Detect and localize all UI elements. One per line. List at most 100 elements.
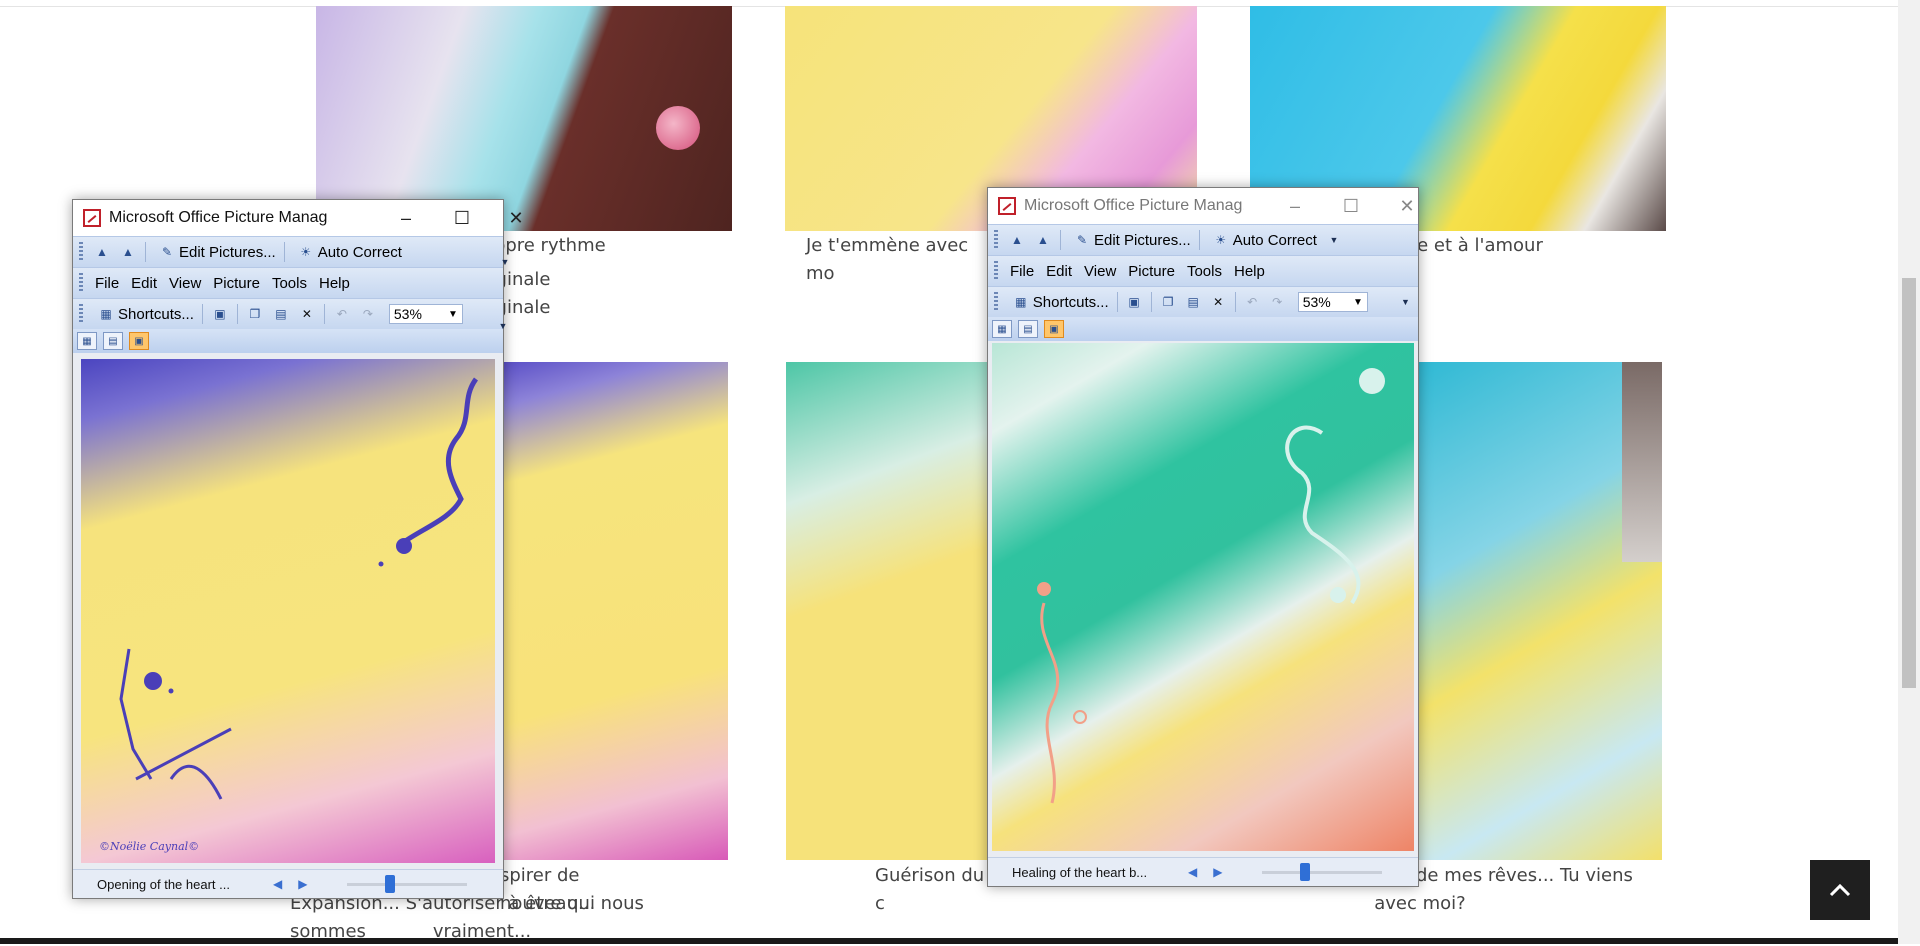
zoom-slider-thumb[interactable] bbox=[385, 875, 395, 893]
minimize-button[interactable]: – bbox=[383, 200, 429, 236]
toolbar-overflow-icon[interactable]: ▼ bbox=[1326, 232, 1342, 248]
redo-icon[interactable]: ↷ bbox=[360, 306, 376, 322]
menu-grip[interactable] bbox=[79, 273, 83, 293]
artwork-1[interactable] bbox=[316, 6, 732, 231]
title-bar[interactable]: Microsoft Office Picture Manag... – ☐ ✕ bbox=[988, 188, 1418, 224]
view-mode-bar: ▦ ▤ ▣ bbox=[988, 317, 1418, 341]
menu-view[interactable]: View bbox=[1078, 263, 1122, 280]
healing-of-the-heart-painting bbox=[992, 343, 1414, 851]
menu-help[interactable]: Help bbox=[313, 275, 356, 292]
rotate-left-icon[interactable]: ▲ bbox=[1009, 232, 1025, 248]
chevron-down-icon: ▼ bbox=[447, 308, 458, 320]
thumbnail-view-icon[interactable]: ▦ bbox=[77, 332, 97, 350]
zoom-select[interactable]: 53% ▼ bbox=[1297, 292, 1368, 312]
edit-pictures-button[interactable]: ✎ Edit Pictures... bbox=[1065, 232, 1195, 249]
single-picture-view-icon[interactable]: ▣ bbox=[129, 332, 149, 350]
shortcuts-icon: ▦ bbox=[100, 307, 112, 321]
zoom-select[interactable]: 53% ▼ bbox=[388, 304, 463, 324]
rotate-left-icon[interactable]: ▲ bbox=[94, 244, 110, 260]
caption-artwork-3: e et à l'amour bbox=[1417, 235, 1543, 256]
picture-manager-window-1[interactable]: Microsoft Office Picture Manag... – ☐ ✕ … bbox=[72, 199, 524, 899]
paste-icon[interactable]: ▤ bbox=[1186, 294, 1201, 310]
shortcuts-label: Shortcuts... bbox=[1032, 293, 1109, 311]
zoom-value: 53% bbox=[393, 306, 422, 322]
artwork-4[interactable] bbox=[500, 362, 728, 860]
formatting-toolbar: ▲ ▲ ✎ Edit Pictures... ☀ Auto Correct ▼ bbox=[988, 224, 1418, 255]
artwork-6[interactable] bbox=[1416, 362, 1662, 860]
page-scrollbar-thumb[interactable] bbox=[1902, 278, 1916, 688]
menu-grip[interactable] bbox=[994, 261, 998, 281]
picture-manager-app-icon bbox=[998, 197, 1016, 215]
artwork-5[interactable] bbox=[786, 362, 990, 860]
undo-icon[interactable]: ↶ bbox=[1245, 294, 1260, 310]
toolbar-overflow-button[interactable]: ▼ bbox=[497, 309, 509, 331]
edit-pictures-button[interactable]: ✎ Edit Pictures... bbox=[150, 244, 280, 261]
menu-edit[interactable]: Edit bbox=[125, 275, 163, 292]
single-picture-view-icon[interactable]: ▣ bbox=[1044, 320, 1064, 338]
toolbar-grip[interactable] bbox=[994, 230, 998, 250]
rotate-right-icon[interactable]: ▲ bbox=[1035, 232, 1051, 248]
zoom-value: 53% bbox=[1302, 294, 1331, 310]
filmstrip-view-icon[interactable]: ▤ bbox=[1018, 320, 1038, 338]
shortcuts-button[interactable]: ▦ Shortcuts... bbox=[89, 306, 198, 323]
thumbnail-view-icon[interactable]: ▦ bbox=[992, 320, 1012, 338]
menu-tools[interactable]: Tools bbox=[1181, 263, 1228, 280]
title-bar[interactable]: Microsoft Office Picture Manag... – ☐ ✕ bbox=[73, 200, 524, 236]
back-to-top-button[interactable] bbox=[1810, 860, 1870, 920]
picture-manager-window-2[interactable]: Microsoft Office Picture Manag... – ☐ ✕ … bbox=[987, 187, 1419, 887]
camera-icon[interactable]: ▣ bbox=[1127, 294, 1142, 310]
standard-toolbar: ▦ Shortcuts... ▣ ❐ ▤ ✕ ↶ ↷ 53% ▼ ▼ bbox=[73, 298, 507, 331]
zoom-slider-thumb[interactable] bbox=[1300, 863, 1310, 881]
delete-icon[interactable]: ✕ bbox=[299, 306, 315, 322]
filmstrip-view-icon[interactable]: ▤ bbox=[103, 332, 123, 350]
close-button[interactable]: ✕ bbox=[1384, 188, 1430, 224]
maximize-button[interactable]: ☐ bbox=[1328, 188, 1374, 224]
auto-correct-button[interactable]: ☀ Auto Correct bbox=[289, 244, 406, 261]
camera-icon[interactable]: ▣ bbox=[212, 306, 228, 322]
auto-correct-button[interactable]: ☀ Auto Correct bbox=[1204, 232, 1321, 249]
previous-picture-icon[interactable]: ◀ bbox=[1188, 865, 1197, 879]
auto-correct-label: Auto Correct bbox=[317, 243, 402, 261]
toolbar-grip[interactable] bbox=[994, 292, 998, 312]
delete-icon[interactable]: ✕ bbox=[1211, 294, 1226, 310]
menu-file[interactable]: File bbox=[89, 275, 125, 292]
picture-display-area[interactable]: ©Noëlie Caynal© bbox=[73, 353, 503, 869]
previous-picture-icon[interactable]: ◀ bbox=[273, 877, 282, 891]
menu-tools[interactable]: Tools bbox=[266, 275, 313, 292]
rotate-right-icon[interactable]: ▲ bbox=[120, 244, 136, 260]
toolbar-overflow-icon[interactable]: ▼ bbox=[1398, 294, 1413, 310]
menu-edit[interactable]: Edit bbox=[1040, 263, 1078, 280]
chevron-up-icon bbox=[1829, 883, 1851, 897]
shortcuts-icon: ▦ bbox=[1015, 295, 1027, 309]
toolbar-grip[interactable] bbox=[79, 242, 83, 262]
menu-picture[interactable]: Picture bbox=[1122, 263, 1181, 280]
redo-icon[interactable]: ↷ bbox=[1270, 294, 1285, 310]
toolbar-grip[interactable] bbox=[79, 304, 83, 324]
close-button[interactable]: ✕ bbox=[493, 200, 539, 236]
menu-file[interactable]: File bbox=[1004, 263, 1040, 280]
minimize-button[interactable]: – bbox=[1272, 188, 1318, 224]
copy-icon[interactable]: ❐ bbox=[247, 306, 263, 322]
zoom-slider-track[interactable] bbox=[347, 883, 467, 886]
undo-icon[interactable]: ↶ bbox=[334, 306, 350, 322]
auto-correct-icon: ☀ bbox=[1215, 233, 1227, 247]
menu-help[interactable]: Help bbox=[1228, 263, 1271, 280]
view-mode-bar: ▦ ▤ ▣ bbox=[73, 329, 503, 353]
zoom-slider-track[interactable] bbox=[1262, 871, 1382, 874]
edit-pictures-label: Edit Pictures... bbox=[179, 243, 276, 261]
shortcuts-button[interactable]: ▦ Shortcuts... bbox=[1004, 294, 1113, 311]
pink-calligraphy-motif bbox=[1037, 368, 1385, 804]
next-picture-icon[interactable]: ▶ bbox=[298, 877, 307, 891]
copy-icon[interactable]: ❐ bbox=[1161, 294, 1176, 310]
toolbar-separator bbox=[1198, 230, 1200, 250]
menu-picture[interactable]: Picture bbox=[207, 275, 266, 292]
menu-bar: File Edit View Picture Tools Help bbox=[988, 255, 1418, 286]
blue-calligraphy-motif bbox=[119, 377, 479, 800]
paste-icon[interactable]: ▤ bbox=[273, 306, 289, 322]
maximize-button[interactable]: ☐ bbox=[439, 200, 485, 236]
menu-view[interactable]: View bbox=[163, 275, 207, 292]
toolbar-separator bbox=[236, 304, 238, 324]
toolbar-overflow-button[interactable]: ▼ bbox=[499, 245, 511, 267]
picture-display-area[interactable] bbox=[988, 341, 1418, 857]
next-picture-icon[interactable]: ▶ bbox=[1213, 865, 1222, 879]
